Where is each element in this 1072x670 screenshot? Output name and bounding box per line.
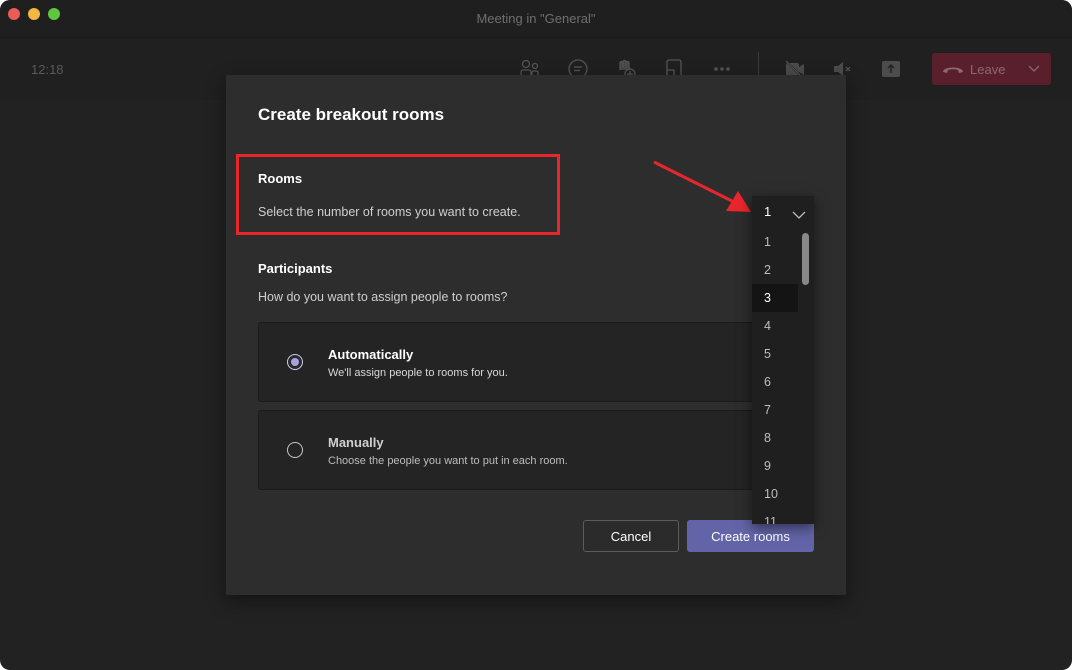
radio-manually[interactable] [287, 442, 303, 458]
dropdown-option[interactable]: 4 [752, 312, 798, 340]
option-title: Manually [328, 435, 384, 450]
dropdown-header[interactable]: 1 [752, 196, 814, 228]
teams-meeting-window: Meeting in "General" 12:18 Leave Create … [0, 0, 1072, 670]
rooms-description: Select the number of rooms you want to c… [258, 205, 521, 219]
dropdown-option[interactable]: 10 [752, 480, 798, 508]
assign-automatically-option[interactable]: Automatically We'll assign people to roo… [258, 322, 814, 402]
dropdown-option[interactable]: 1 [752, 228, 798, 256]
dropdown-option[interactable]: 11 [752, 508, 798, 524]
dropdown-option[interactable]: 3 [752, 284, 798, 312]
create-rooms-button[interactable]: Create rooms [687, 520, 814, 552]
radio-automatically[interactable] [287, 354, 303, 370]
dropdown-option[interactable]: 2 [752, 256, 798, 284]
dropdown-option[interactable]: 5 [752, 340, 798, 368]
dropdown-selected-value: 1 [764, 204, 772, 219]
dropdown-options-list: 1 2 3 4 5 6 7 8 9 10 11 [752, 228, 798, 524]
meeting-clock: 12:18 [31, 62, 64, 77]
leave-meeting-button[interactable]: Leave [932, 53, 1051, 85]
participants-label: Participants [258, 261, 333, 276]
annotation-highlight-box [236, 154, 560, 235]
dropdown-option[interactable]: 6 [752, 368, 798, 396]
dropdown-scrollbar-thumb[interactable] [802, 233, 809, 285]
dialog-title: Create breakout rooms [258, 105, 445, 124]
leave-label: Leave [970, 61, 1006, 77]
dropdown-option[interactable]: 7 [752, 396, 798, 424]
dropdown-option[interactable]: 9 [752, 452, 798, 480]
share-screen-icon[interactable] [879, 57, 903, 81]
window-title: Meeting in "General" [476, 11, 596, 26]
assign-manually-option[interactable]: Manually Choose the people you want to p… [258, 410, 814, 490]
room-count-dropdown[interactable]: 1 1 2 3 4 5 6 7 8 9 10 11 [752, 196, 814, 524]
annotation-arrow-icon [653, 160, 751, 212]
title-bar: Meeting in "General" [0, 0, 1072, 38]
dropdown-option[interactable]: 8 [752, 424, 798, 452]
hang-up-icon [942, 63, 964, 75]
rooms-label: Rooms [258, 171, 303, 186]
option-subtitle: Choose the people you want to put in eac… [328, 455, 568, 467]
chevron-down-icon[interactable] [792, 207, 806, 225]
option-title: Automatically [328, 347, 414, 362]
option-subtitle: We'll assign people to rooms for you. [328, 367, 508, 379]
leave-options-chevron-icon[interactable] [1027, 62, 1041, 81]
participants-description: How do you want to assign people to room… [258, 290, 508, 304]
cancel-button[interactable]: Cancel [583, 520, 679, 552]
